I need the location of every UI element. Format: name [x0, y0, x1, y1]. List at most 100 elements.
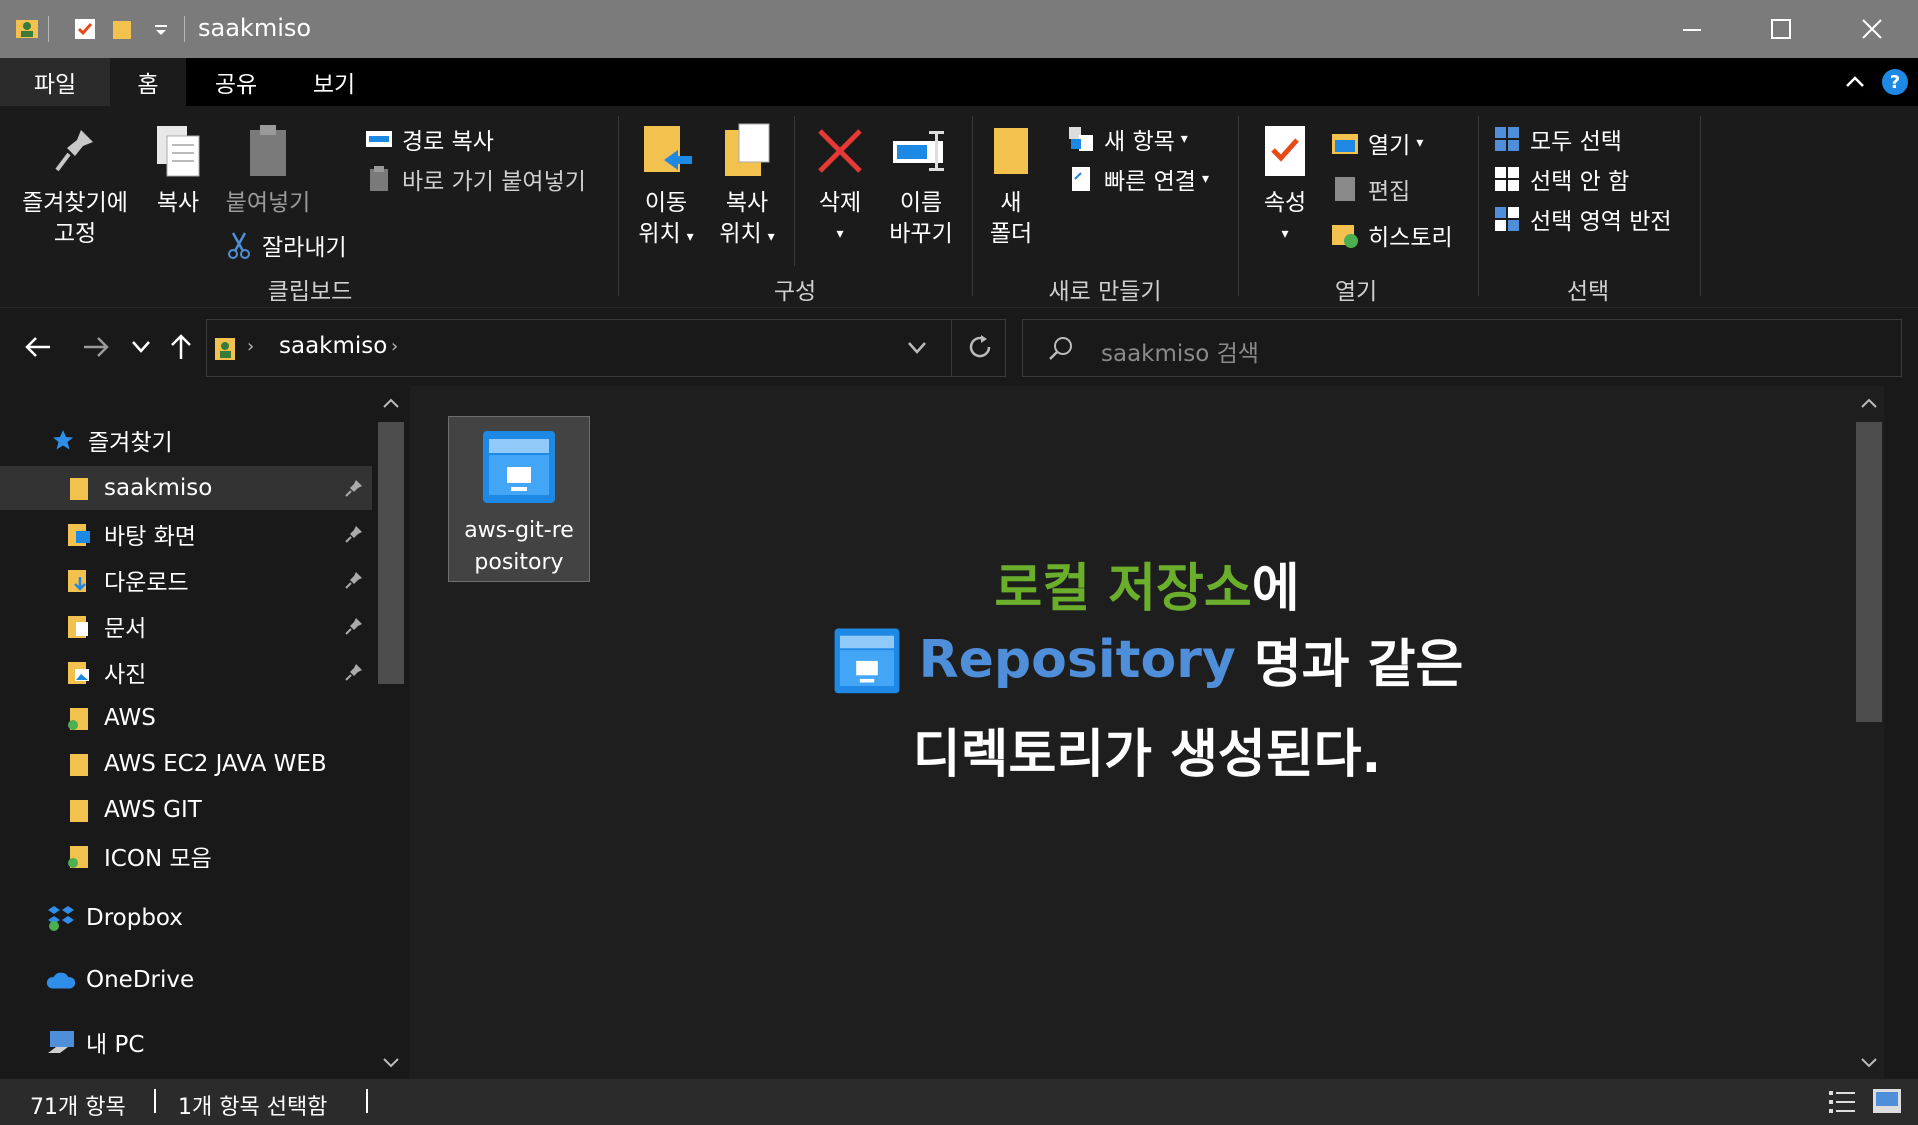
nav-item-desktop[interactable]: 바탕 화면 — [0, 512, 372, 556]
collapse-ribbon-icon[interactable] — [1838, 58, 1872, 106]
pin-icon[interactable] — [342, 568, 366, 592]
move-to-button[interactable]: 이동 위치 ▾ — [628, 118, 704, 253]
tab-share[interactable]: 공유 — [196, 58, 276, 106]
new-folder-button[interactable]: 새 폴더 — [984, 118, 1038, 250]
delete-icon — [816, 118, 864, 184]
svg-text:?: ? — [1890, 72, 1900, 93]
rename-button[interactable]: 이름 바꾸기 — [880, 118, 962, 250]
nav-item-aws[interactable]: AWS — [0, 696, 372, 740]
nav-scroll-thumb[interactable] — [378, 422, 404, 684]
copy-to-button[interactable]: 복사 위치 ▾ — [708, 118, 786, 253]
properties-icon[interactable] — [70, 14, 100, 44]
scroll-up-icon[interactable] — [382, 394, 400, 413]
title-bar: saakmiso — [0, 0, 1918, 58]
separator — [366, 1089, 368, 1113]
repository-icon — [831, 623, 903, 697]
back-button[interactable] — [18, 328, 58, 366]
paste-icon — [246, 118, 290, 184]
copy-path-button[interactable]: 경로 복사 — [364, 122, 494, 156]
nav-this-pc[interactable]: 내 PC — [0, 1020, 372, 1064]
separator — [154, 1089, 156, 1113]
breadcrumb[interactable]: saakmiso — [279, 333, 387, 359]
nav-item-aws-ec2-java-web[interactable]: AWS EC2 JAVA WEB — [0, 742, 372, 786]
nav-item-aws-git[interactable]: AWS GIT — [0, 788, 372, 832]
properties-button[interactable]: 속성 ▾ — [1250, 118, 1320, 250]
paste-button[interactable]: 붙여넣기 — [218, 118, 318, 219]
easy-access-button[interactable]: 빠른 연결 ▾ — [1066, 162, 1209, 196]
search-box[interactable]: saakmiso 검색 — [1022, 319, 1902, 377]
select-none-button[interactable]: 선택 안 함 — [1492, 162, 1629, 196]
maximize-button[interactable] — [1735, 0, 1827, 58]
large-icons-view-icon[interactable] — [1872, 1087, 1902, 1121]
forward-button[interactable] — [76, 328, 116, 366]
scroll-down-icon[interactable] — [382, 1054, 400, 1073]
tab-file[interactable]: 파일 — [0, 58, 110, 106]
scroll-down-icon[interactable] — [1860, 1054, 1878, 1073]
copy-button[interactable]: 복사 — [146, 118, 210, 219]
select-all-button[interactable]: 모두 선택 — [1492, 122, 1622, 156]
search-input[interactable]: saakmiso 검색 — [1101, 334, 1259, 368]
close-icon — [1862, 19, 1882, 39]
content-scroll-thumb[interactable] — [1856, 422, 1882, 722]
breadcrumb-separator-icon[interactable]: › — [391, 336, 398, 357]
address-row: › saakmiso › saakmiso 검색 — [0, 308, 1918, 386]
maximize-icon — [1771, 19, 1791, 39]
nav-quick-access[interactable]: 즐겨찾기 — [0, 418, 372, 462]
nav-dropbox[interactable]: Dropbox — [0, 896, 372, 940]
nav-item-documents[interactable]: 문서 — [0, 604, 372, 648]
new-folder-icon[interactable] — [108, 14, 138, 44]
ribbon: 즐겨찾기에 고정 복사 붙여넣기 경로 복사 바로 가기 붙여넣기 잘라내기 클… — [0, 106, 1918, 308]
group-label-clipboard: 클립보드 — [267, 279, 353, 305]
copy-to-icon — [719, 118, 775, 184]
separator — [184, 16, 185, 42]
pin-icon — [53, 118, 97, 184]
scissors-icon — [224, 230, 254, 260]
minimize-button[interactable] — [1646, 0, 1738, 58]
address-history-icon[interactable] — [907, 340, 927, 359]
pin-to-quick-access-button[interactable]: 즐겨찾기에 고정 — [12, 118, 138, 250]
file-list[interactable]: aws-git-re pository 로컬 저장소에 Repository 명… — [410, 386, 1884, 1079]
refresh-icon[interactable] — [965, 332, 995, 366]
open-button[interactable]: 열기 ▾ — [1330, 126, 1423, 160]
invert-selection-icon — [1492, 204, 1522, 234]
group-separator — [1238, 116, 1239, 296]
details-view-icon[interactable] — [1828, 1089, 1856, 1121]
new-item-button[interactable]: 새 항목 ▾ — [1066, 122, 1188, 156]
nav-item-icon-collection[interactable]: ICON 모음 — [0, 834, 372, 878]
tab-view[interactable]: 보기 — [294, 58, 374, 106]
breadcrumb-separator-icon: › — [247, 336, 255, 357]
help-icon[interactable]: ? — [1878, 58, 1912, 106]
pin-icon[interactable] — [342, 476, 366, 500]
close-button[interactable] — [1826, 0, 1918, 58]
up-button[interactable] — [164, 328, 198, 366]
nav-item-downloads[interactable]: 다운로드 — [0, 558, 372, 602]
tab-home[interactable]: 홈 — [110, 58, 186, 106]
invert-selection-button[interactable]: 선택 영역 반전 — [1492, 202, 1672, 236]
content-scrollbar[interactable] — [1854, 386, 1884, 1079]
move-to-icon — [638, 118, 694, 184]
history-button[interactable]: 히스토리 — [1330, 218, 1453, 252]
annotation-line-1: 로컬 저장소에 — [994, 559, 1300, 619]
item-count: 71개 항목 — [30, 1095, 126, 1120]
nav-onedrive[interactable]: OneDrive — [0, 958, 372, 1002]
nav-item-pictures[interactable]: 사진 — [0, 650, 372, 694]
recent-locations-button[interactable] — [126, 328, 156, 366]
delete-button[interactable]: 삭제 ▾ — [808, 118, 872, 250]
onedrive-icon — [46, 965, 76, 995]
copy-path-icon — [364, 124, 394, 154]
customize-toolbar-icon[interactable] — [146, 14, 176, 44]
pin-icon[interactable] — [342, 522, 366, 546]
cut-button[interactable]: 잘라내기 — [224, 228, 347, 262]
edit-button[interactable]: 편집 — [1330, 172, 1410, 206]
pin-icon[interactable] — [342, 614, 366, 638]
paste-shortcut-button[interactable]: 바로 가기 붙여넣기 — [364, 162, 586, 196]
nav-item-saakmiso[interactable]: saakmiso — [0, 466, 372, 510]
address-bar[interactable]: › saakmiso › — [206, 319, 1006, 377]
history-icon — [1330, 220, 1360, 250]
copy-icon — [153, 118, 203, 184]
nav-scrollbar[interactable] — [376, 386, 406, 1079]
separator — [951, 320, 952, 376]
scroll-up-icon[interactable] — [1860, 394, 1878, 413]
pin-icon[interactable] — [342, 660, 366, 684]
pictures-folder-icon — [64, 657, 94, 687]
